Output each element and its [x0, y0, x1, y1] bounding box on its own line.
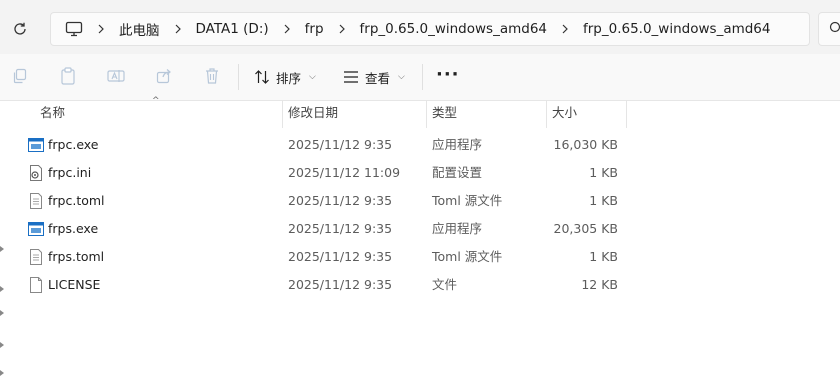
address-row: 此电脑 DATA1 (D:) frp frp_0.65.0_windows_am… — [0, 0, 840, 54]
list-view-icon — [344, 71, 358, 83]
file-type: 应用程序 — [432, 137, 483, 152]
blank-file-icon — [30, 277, 42, 293]
file-type: 应用程序 — [432, 221, 483, 236]
chevron-down-icon: ⌵ — [309, 72, 316, 82]
more-options-button[interactable]: ··· — [436, 66, 460, 84]
file-row[interactable]: frps.exe 2025/11/12 9:35 应用程序 20,305 KB — [0, 215, 840, 243]
file-size: 1 KB — [589, 193, 618, 208]
nav-pane-expand-icon[interactable] — [0, 370, 4, 376]
chevron-right-icon[interactable] — [275, 14, 299, 44]
file-modified: 2025/11/12 9:35 — [288, 277, 393, 292]
column-header-row: ^ 名称 修改日期 类型 大小 — [0, 96, 840, 128]
file-row[interactable]: frps.toml 2025/11/12 9:35 Toml 源文件 1 KB — [0, 243, 840, 271]
file-modified: 2025/11/12 9:35 — [288, 193, 393, 208]
file-size: 12 KB — [581, 277, 618, 292]
this-pc-button[interactable] — [59, 14, 89, 44]
chevron-right-icon[interactable] — [553, 14, 577, 44]
nav-pane-expand-icon[interactable] — [0, 286, 4, 292]
clipboard-icon — [61, 67, 75, 85]
breadcrumb-label[interactable]: DATA1 (D:) — [190, 21, 275, 37]
column-header-type[interactable]: 类型 — [426, 100, 546, 128]
exe-icon — [28, 138, 44, 152]
view-label: 查看 — [365, 70, 391, 86]
delete-button[interactable] — [202, 66, 222, 86]
chevron-right-icon[interactable] — [89, 14, 113, 44]
file-modified: 2025/11/12 9:35 — [288, 137, 393, 152]
file-row[interactable]: frpc.toml 2025/11/12 9:35 Toml 源文件 1 KB — [0, 187, 840, 215]
rename-icon — [107, 70, 125, 82]
trash-icon — [206, 68, 218, 84]
file-name: frpc.ini — [48, 165, 92, 180]
search-icon — [829, 21, 840, 33]
column-header-modified[interactable]: 修改日期 — [282, 100, 426, 128]
file-name: frpc.toml — [48, 193, 105, 208]
file-row[interactable]: frpc.exe 2025/11/12 9:35 应用程序 16,030 KB — [0, 131, 840, 159]
file-row[interactable]: LICENSE 2025/11/12 9:35 文件 12 KB — [0, 271, 840, 299]
file-modified: 2025/11/12 9:35 — [288, 221, 393, 236]
search-input[interactable] — [818, 12, 840, 46]
file-type: 配置设置 — [432, 165, 483, 180]
share-button[interactable] — [154, 66, 174, 86]
breadcrumb-label[interactable]: frp_0.65.0_windows_amd64 — [577, 21, 776, 37]
file-type: 文件 — [432, 277, 458, 292]
chevron-right-icon[interactable] — [330, 14, 354, 44]
chevron-down-icon: ⌵ — [398, 72, 405, 82]
file-modified: 2025/11/12 11:09 — [288, 165, 401, 180]
file-type: Toml 源文件 — [432, 249, 503, 264]
breadcrumb-frp[interactable]: frp — [275, 14, 330, 44]
breadcrumb-frp-folder[interactable]: frp_0.65.0_windows_amd64 — [330, 14, 553, 44]
sort-icon — [255, 70, 269, 84]
nav-pane-expand-icon[interactable] — [0, 310, 4, 316]
toolbar-divider — [238, 64, 239, 90]
column-resize-handle[interactable] — [626, 100, 627, 128]
text-file-icon — [30, 193, 42, 209]
file-type: Toml 源文件 — [432, 193, 503, 208]
sort-label: 排序 — [276, 70, 302, 86]
command-bar: 排序 ⌵ 查看 ⌵ ··· — [0, 54, 840, 101]
breadcrumb-label[interactable]: frp — [299, 21, 330, 37]
toolbar-divider — [422, 64, 423, 90]
breadcrumb-label[interactable]: frp_0.65.0_windows_amd64 — [354, 21, 553, 37]
breadcrumb-drive[interactable]: DATA1 (D:) — [166, 14, 275, 44]
column-header-name[interactable]: 名称 — [34, 100, 282, 128]
refresh-icon — [14, 22, 26, 35]
copy-icon — [13, 68, 27, 84]
paste-button[interactable] — [58, 66, 78, 86]
rename-button[interactable] — [106, 66, 126, 86]
file-row[interactable]: frpc.ini 2025/11/12 11:09 配置设置 1 KB — [0, 159, 840, 187]
breadcrumb-current-folder[interactable]: frp_0.65.0_windows_amd64 — [553, 14, 776, 44]
text-file-icon — [30, 249, 42, 265]
share-icon — [156, 69, 171, 84]
breadcrumb-label[interactable]: 此电脑 — [113, 19, 166, 39]
file-size: 1 KB — [589, 165, 618, 180]
file-modified: 2025/11/12 9:35 — [288, 249, 393, 264]
address-bar[interactable]: 此电脑 DATA1 (D:) frp frp_0.65.0_windows_am… — [50, 12, 810, 46]
monitor-icon — [65, 21, 83, 37]
nav-pane-expand-icon[interactable] — [0, 246, 4, 252]
breadcrumb-this-pc[interactable]: 此电脑 — [89, 14, 166, 44]
sort-button[interactable]: 排序 ⌵ — [254, 64, 316, 90]
settings-file-icon — [30, 165, 42, 181]
refresh-button[interactable] — [8, 17, 32, 41]
file-name: frpc.exe — [48, 137, 99, 152]
file-name: LICENSE — [48, 277, 101, 292]
exe-icon — [28, 222, 44, 236]
column-header-size[interactable]: 大小 — [546, 100, 626, 128]
file-size: 20,305 KB — [553, 221, 618, 236]
file-size: 1 KB — [589, 249, 618, 264]
file-name: frps.exe — [48, 221, 99, 236]
nav-pane-expand-icon[interactable] — [0, 342, 4, 348]
chevron-right-icon[interactable] — [166, 14, 190, 44]
copy-button[interactable] — [10, 66, 30, 86]
file-name: frps.toml — [48, 249, 105, 264]
view-button[interactable]: 查看 ⌵ — [343, 64, 405, 90]
file-size: 16,030 KB — [553, 137, 618, 152]
